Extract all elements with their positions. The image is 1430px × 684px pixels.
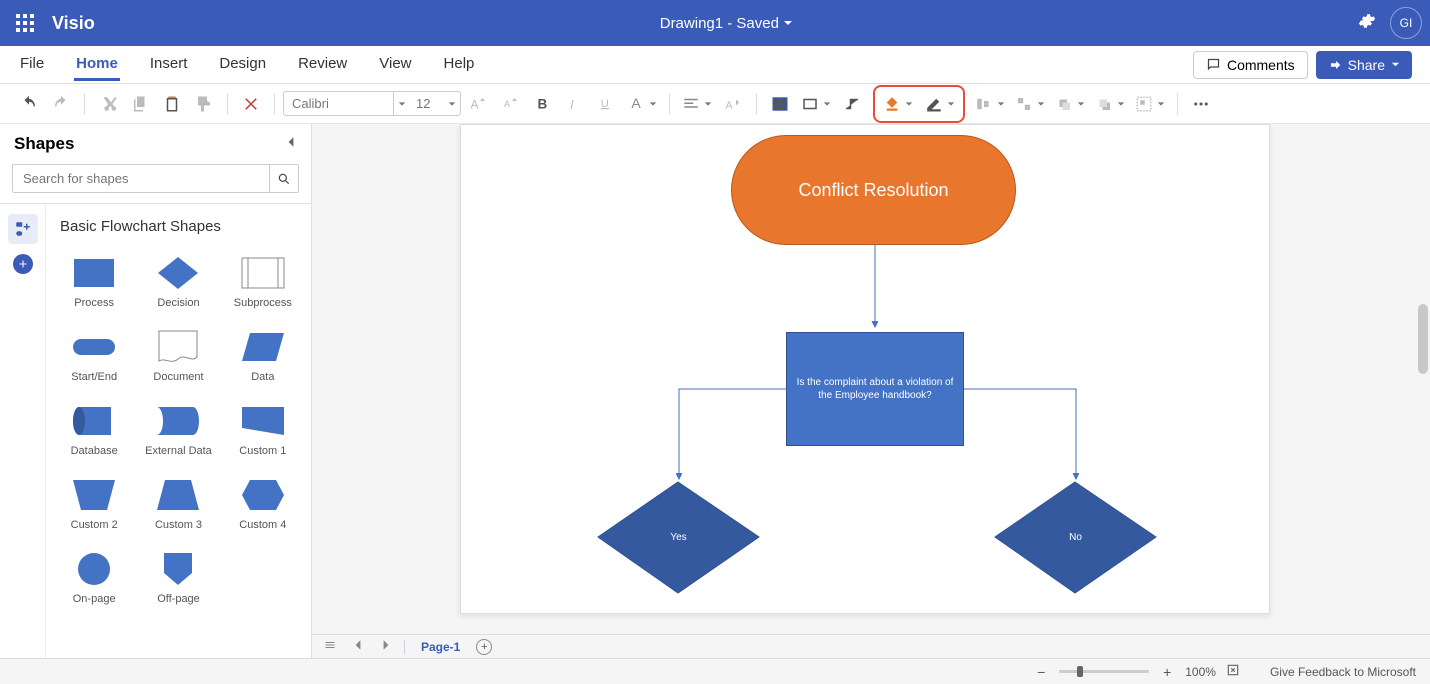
font-color-button[interactable]: A	[623, 89, 661, 119]
text-box-button[interactable]: A	[765, 89, 795, 119]
connector-no[interactable]	[961, 387, 1081, 487]
shape-category: Basic Flowchart Shapes	[56, 218, 301, 235]
more-options-button[interactable]	[1186, 89, 1216, 119]
vertical-scrollbar[interactable]	[1418, 304, 1428, 374]
menu-review[interactable]: Review	[296, 49, 349, 81]
svg-text:A: A	[726, 99, 733, 111]
collapse-panel-icon[interactable]	[285, 135, 297, 153]
increase-font-button[interactable]: A	[463, 89, 493, 119]
shape-off-page[interactable]: Off-page	[140, 545, 216, 611]
zoom-in-button[interactable]: +	[1159, 664, 1175, 680]
share-button[interactable]: Share	[1316, 51, 1412, 79]
shape-custom-2[interactable]: Custom 2	[56, 471, 132, 537]
undo-button[interactable]	[14, 89, 44, 119]
shape-external-data[interactable]: External Data	[140, 397, 216, 463]
position-button[interactable]	[1011, 89, 1049, 119]
node-no[interactable]: No	[993, 480, 1158, 595]
node-conflict-resolution[interactable]: Conflict Resolution	[731, 135, 1016, 245]
group-button[interactable]	[1131, 89, 1169, 119]
app-launcher[interactable]	[8, 6, 42, 40]
menu-view[interactable]: View	[377, 49, 413, 81]
document-title[interactable]: Drawing1 - Saved	[660, 15, 779, 32]
search-button[interactable]	[269, 164, 299, 193]
shape-custom-3[interactable]: Custom 3	[140, 471, 216, 537]
fill-color-button[interactable]	[879, 89, 917, 119]
svg-text:U: U	[601, 98, 609, 110]
prev-page-icon[interactable]	[348, 637, 368, 656]
menu-home[interactable]: Home	[74, 49, 120, 81]
svg-text:A: A	[471, 97, 479, 111]
menu-design[interactable]: Design	[217, 49, 268, 81]
text-rotate-button[interactable]: A	[718, 89, 748, 119]
shape-decision[interactable]: Decision	[140, 249, 216, 315]
zoom-level[interactable]: 100%	[1185, 665, 1216, 679]
arrange-align-button[interactable]	[971, 89, 1009, 119]
settings-icon[interactable]	[1358, 12, 1376, 35]
font-size-select[interactable]: 12	[410, 92, 444, 115]
svg-text:A: A	[777, 99, 784, 110]
add-page-button[interactable]: +	[476, 639, 492, 655]
stencil-tab[interactable]	[8, 214, 38, 244]
menu-bar: File Home Insert Design Review View Help	[18, 49, 476, 81]
line-color-button[interactable]	[921, 89, 959, 119]
bold-button[interactable]: B	[527, 89, 557, 119]
font-name-dropdown-icon[interactable]	[394, 92, 410, 115]
shape-document[interactable]: Document	[140, 323, 216, 389]
canvas[interactable]: Conflict Resolution Is the complaint abo…	[460, 124, 1270, 614]
cut-button[interactable]	[93, 89, 123, 119]
paste-button[interactable]	[157, 89, 187, 119]
shapes-title: Shapes	[14, 134, 285, 154]
avatar[interactable]: GI	[1390, 7, 1422, 39]
feedback-link[interactable]: Give Feedback to Microsoft	[1270, 665, 1416, 679]
shape-on-page[interactable]: On-page	[56, 545, 132, 611]
pages-list-icon[interactable]	[320, 637, 340, 656]
comments-button[interactable]: Comments	[1193, 51, 1308, 79]
shape-start-end[interactable]: Start/End	[56, 323, 132, 389]
menu-insert[interactable]: Insert	[148, 49, 190, 81]
title-dropdown-icon[interactable]	[783, 15, 793, 32]
shape-database[interactable]: Database	[56, 397, 132, 463]
svg-text:B: B	[538, 96, 548, 111]
connector-button[interactable]	[837, 89, 867, 119]
shape-style-button[interactable]	[797, 89, 835, 119]
decrease-font-button[interactable]: A	[495, 89, 525, 119]
share-label: Share	[1348, 57, 1385, 73]
shape-custom-4[interactable]: Custom 4	[225, 471, 301, 537]
search-input[interactable]	[12, 164, 269, 193]
comments-label: Comments	[1227, 57, 1295, 73]
shape-data[interactable]: Data	[225, 323, 301, 389]
shape-custom-1[interactable]: Custom 1	[225, 397, 301, 463]
format-painter-button[interactable]	[189, 89, 219, 119]
underline-button[interactable]: U	[591, 89, 621, 119]
add-stencil-button[interactable]	[13, 254, 33, 274]
next-page-icon[interactable]	[376, 637, 396, 656]
align-button[interactable]	[678, 89, 716, 119]
send-back-button[interactable]	[1091, 89, 1129, 119]
node-yes[interactable]: Yes	[596, 480, 761, 595]
connector-1[interactable]	[870, 245, 880, 335]
font-size-dropdown-icon[interactable]	[444, 92, 460, 115]
fit-page-icon[interactable]	[1226, 663, 1240, 680]
app-name: Visio	[52, 13, 95, 34]
svg-text:I: I	[570, 97, 574, 111]
font-name-select[interactable]: Calibri	[284, 92, 394, 115]
menu-help[interactable]: Help	[442, 49, 477, 81]
italic-button[interactable]: I	[559, 89, 589, 119]
menu-file[interactable]: File	[18, 49, 46, 81]
svg-text:A: A	[504, 99, 510, 109]
connector-yes[interactable]	[676, 387, 791, 487]
delete-button[interactable]	[236, 89, 266, 119]
redo-button[interactable]	[46, 89, 76, 119]
zoom-slider[interactable]	[1059, 670, 1149, 673]
shape-process[interactable]: Process	[56, 249, 132, 315]
page-tab-1[interactable]: Page-1	[413, 638, 468, 656]
copy-button[interactable]	[125, 89, 155, 119]
shape-subprocess[interactable]: Subprocess	[225, 249, 301, 315]
node-question[interactable]: Is the complaint about a violation of th…	[786, 332, 964, 446]
zoom-out-button[interactable]: −	[1033, 664, 1049, 680]
bring-front-button[interactable]	[1051, 89, 1089, 119]
